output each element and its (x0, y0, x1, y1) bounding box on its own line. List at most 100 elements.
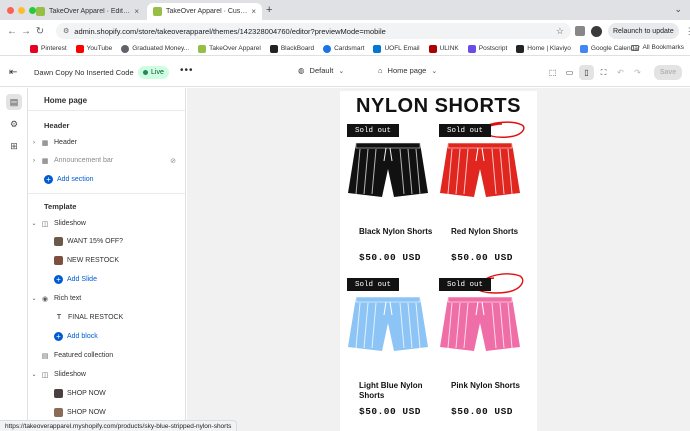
template-group-title: Template (44, 202, 77, 211)
bookmark-youtube[interactable]: YouTube (75, 44, 112, 53)
chevron-down-icon[interactable]: ⌄ (28, 371, 40, 378)
shopify-icon (198, 44, 207, 53)
klaviyo-icon (516, 44, 525, 53)
waistband (447, 142, 513, 149)
product-card-red[interactable]: Sold out Red Nylon Shorts $50.00 USD (432, 124, 524, 274)
undo-icon[interactable]: ↶ (613, 65, 628, 80)
menu-dots-icon[interactable]: ⋮ (685, 26, 690, 37)
shopify-icon (153, 7, 162, 16)
announcement-section-icon: ▦ (41, 157, 49, 165)
bookmark-graduated-money[interactable]: Graduated Money... (121, 44, 189, 53)
bookmark-pinterest[interactable]: Pinterest (30, 44, 67, 53)
redo-icon[interactable]: ↷ (630, 65, 645, 80)
tab-search-icon[interactable]: ⌄ (674, 4, 682, 15)
sold-out-badge: Sold out (439, 278, 491, 291)
hidden-eye-icon[interactable]: ⊘ (170, 157, 176, 165)
bookmark-uofl-email[interactable]: UOFL Email (373, 44, 420, 53)
product-price: $50.00 USD (451, 406, 514, 417)
site-info-icon[interactable]: ⚙ (63, 27, 69, 35)
browser-tab-customize[interactable]: TakeOver Apparel · Customize × (147, 3, 262, 20)
globe-icon (121, 44, 130, 53)
bookmark-postscript[interactable]: Postscript (467, 44, 507, 53)
slideshow-icon: ◫ (41, 220, 49, 228)
product-name[interactable]: Red Nylon Shorts (451, 227, 525, 237)
waistband (447, 296, 513, 303)
chevron-right-icon[interactable]: › (28, 140, 40, 146)
all-bookmarks[interactable]: All Bookmarks (631, 44, 684, 51)
product-image[interactable] (346, 293, 430, 357)
add-icon: + (54, 332, 63, 341)
add-section-button[interactable]: + Add section (28, 171, 185, 188)
product-name[interactable]: Pink Nylon Shorts (451, 381, 525, 391)
theme-setting-selector[interactable]: ◍ Default ⌄ (298, 66, 344, 75)
sidebar-block-final-restock[interactable]: T FINAL RESTOCK (28, 309, 185, 326)
product-image[interactable] (438, 293, 522, 357)
bookmark-star-icon[interactable]: ☆ (556, 26, 564, 37)
chevron-right-icon[interactable]: › (28, 158, 40, 164)
sections-icon[interactable]: ▤ (6, 94, 22, 110)
relaunch-button[interactable]: Relaunch to update (608, 23, 679, 39)
profile-avatar[interactable] (591, 25, 602, 37)
chevron-down-icon[interactable]: ⌄ (28, 220, 40, 227)
extensions-icon[interactable] (575, 26, 585, 36)
new-tab-icon[interactable]: + (266, 4, 272, 16)
product-price: $50.00 USD (451, 252, 514, 263)
sections-sidebar: Home page Header › ▦ Header › ▦ Announce… (28, 88, 186, 431)
product-card-light-blue[interactable]: Sold out Light Blue Nylon Shorts $50.00 … (340, 278, 432, 428)
sidebar-block-shop-now[interactable]: SHOP NOW (28, 385, 185, 402)
bookmark-klaviyo[interactable]: Home | Klaviyo (516, 44, 571, 53)
close-window-button[interactable] (7, 7, 14, 14)
sidebar-block-new-restock[interactable]: NEW RESTOCK (28, 252, 185, 269)
more-actions-icon[interactable]: ••• (180, 65, 194, 76)
bookmark-ulink[interactable]: ULINK (428, 44, 459, 53)
sold-out-badge: Sold out (347, 278, 399, 291)
product-card-black[interactable]: Sold out Black Nylon Shorts $50.00 USD (340, 124, 432, 274)
collection-title: NYLON SHORTS (356, 95, 521, 117)
bookmark-blackboard[interactable]: BlackBoard (269, 44, 314, 53)
url-bar[interactable]: ⚙ admin.shopify.com/store/takeoverappare… (56, 23, 571, 39)
browser-tab-edit[interactable]: TakeOver Apparel · Edit ~ Dawn × (30, 3, 145, 20)
shorts-illustration (440, 296, 520, 351)
product-image[interactable] (438, 139, 522, 203)
close-icon[interactable]: × (134, 7, 139, 16)
sidebar-item-slideshow-2[interactable]: ⌄ ◫ Slideshow (28, 366, 185, 383)
preview-tools: ⬚ ▭ ▯ ⛶ ↶ ↷ (545, 65, 645, 80)
bookmark-takeover[interactable]: TakeOver Apparel (198, 44, 261, 53)
sidebar-block-shop-now-2[interactable]: SHOP NOW (28, 404, 185, 421)
browser-tab-strip: TakeOver Apparel · Edit ~ Dawn × TakeOve… (0, 0, 690, 20)
image-thumbnail (54, 256, 63, 265)
product-image[interactable] (346, 139, 430, 203)
sidebar-item-featured-collection[interactable]: ▤ Featured collection (28, 347, 185, 364)
product-name[interactable]: Light Blue Nylon Shorts (359, 381, 433, 401)
exit-icon[interactable]: ⇤ (9, 67, 17, 78)
minimize-window-button[interactable] (18, 7, 25, 14)
apps-icon[interactable]: ⊞ (6, 138, 22, 154)
divider (28, 193, 185, 194)
add-block-button[interactable]: + Add block (28, 328, 185, 345)
sidebar-item-header[interactable]: › ▦ Header (28, 134, 185, 151)
mobile-preview-icon[interactable]: ▯ (579, 65, 594, 80)
home-icon: ⌂ (378, 66, 383, 75)
page-selector[interactable]: ⌂ Home page ⌄ (378, 66, 437, 75)
forward-icon[interactable]: → (19, 26, 33, 37)
rich-text-icon: ◉ (41, 295, 49, 303)
sidebar-item-slideshow[interactable]: ⌄ ◫ Slideshow (28, 215, 185, 232)
bookmark-cardsmart[interactable]: Cardsmart (323, 44, 364, 53)
shorts-illustration (348, 142, 428, 197)
sidebar-block-want-15-off[interactable]: WANT 15% OFF? (28, 233, 185, 250)
inspector-icon[interactable]: ⬚ (545, 65, 560, 80)
calendar-icon (579, 44, 588, 53)
sidebar-item-announcement-bar[interactable]: › ▦ Announcement bar ⊘ (28, 152, 185, 169)
product-card-pink[interactable]: Sold out Pink Nylon Shorts $50.00 USD (432, 278, 524, 428)
desktop-preview-icon[interactable]: ▭ (562, 65, 577, 80)
sidebar-item-rich-text[interactable]: ⌄ ◉ Rich text (28, 290, 185, 307)
save-button[interactable]: Save (654, 65, 682, 80)
reload-icon[interactable]: ↻ (33, 26, 47, 37)
back-icon[interactable]: ← (5, 26, 19, 37)
close-icon[interactable]: × (251, 7, 256, 16)
fullscreen-icon[interactable]: ⛶ (596, 65, 611, 80)
chevron-down-icon[interactable]: ⌄ (28, 295, 40, 302)
add-slide-button[interactable]: + Add Slide (28, 271, 185, 288)
theme-settings-gear-icon[interactable]: ⚙ (6, 116, 22, 132)
product-name[interactable]: Black Nylon Shorts (359, 227, 433, 237)
